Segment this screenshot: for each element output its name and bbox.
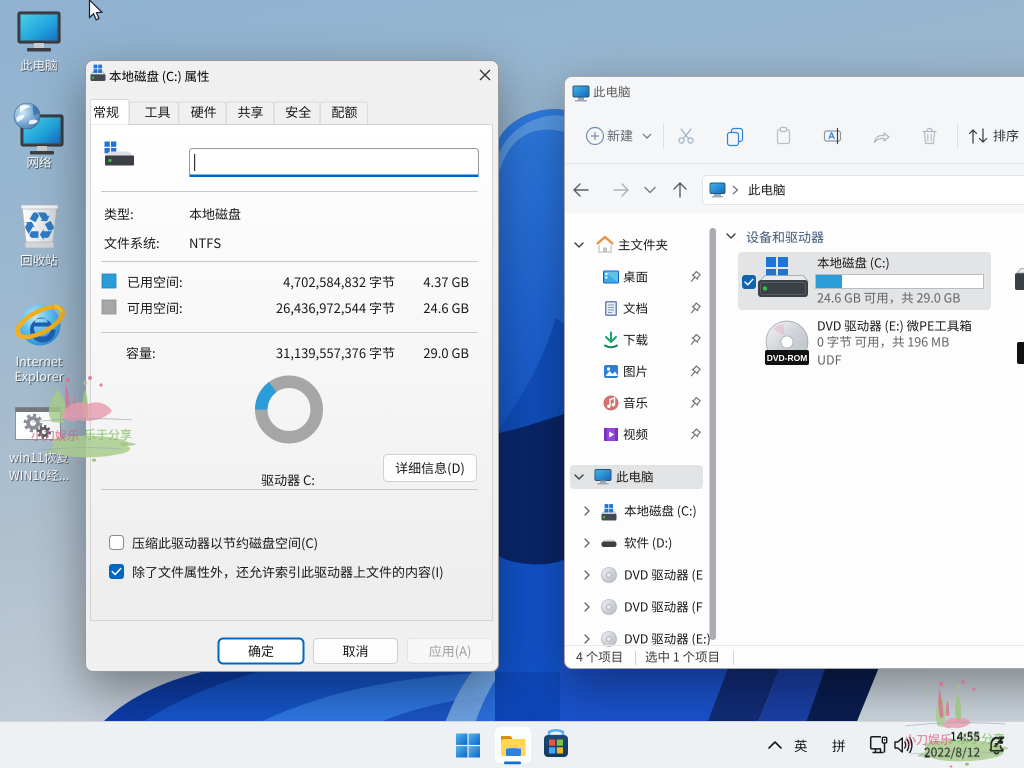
svg-text:DVD-ROM: DVD-ROM	[767, 353, 808, 363]
